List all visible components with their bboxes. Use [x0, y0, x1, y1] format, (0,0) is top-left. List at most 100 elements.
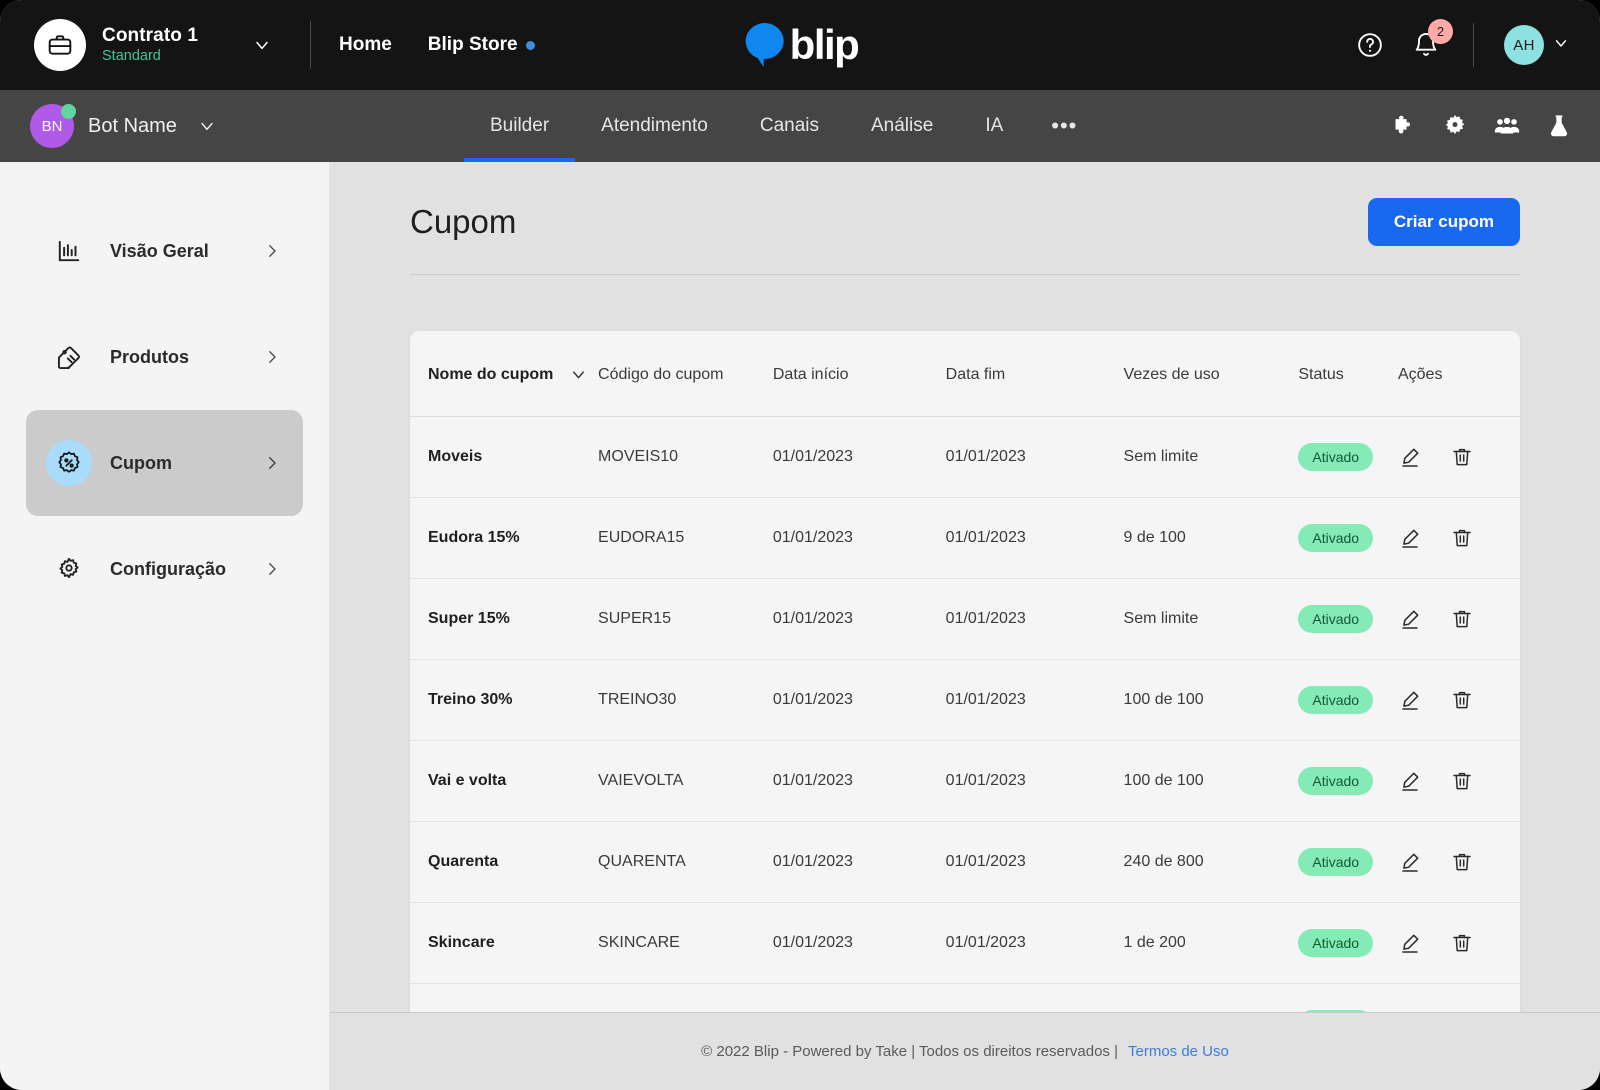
edit-icon[interactable] — [1398, 445, 1422, 469]
cell-nome: Moveis — [410, 417, 598, 498]
trash-icon[interactable] — [1450, 526, 1474, 550]
cell-data-inicio: 01/01/2023 — [773, 660, 946, 741]
more-tabs-button[interactable]: ••• — [1029, 113, 1099, 139]
table-row[interactable]: SkincareSKINCARE01/01/202301/01/20231 de… — [410, 903, 1520, 984]
edit-icon[interactable] — [1398, 607, 1422, 631]
row-actions — [1398, 526, 1520, 550]
sidebar-item-visao-geral[interactable]: Visão Geral — [26, 198, 303, 304]
column-header-nome-label: Nome do cupom — [428, 366, 553, 384]
notification-badge: 2 — [1428, 19, 1453, 44]
edit-icon[interactable] — [1398, 688, 1422, 712]
trash-icon[interactable] — [1450, 850, 1474, 874]
bot-name-label: Bot Name — [88, 115, 177, 138]
body-area: Visão Geral Produtos — [0, 162, 1600, 1090]
flask-icon[interactable] — [1544, 111, 1574, 141]
chevron-down-icon[interactable] — [252, 35, 272, 55]
cell-vezes-de-uso: 240 de 800 — [1124, 822, 1299, 903]
cell-vezes-de-uso: Sem limite — [1124, 579, 1299, 660]
cell-nome: Quarenta — [410, 822, 598, 903]
main-scroll-area: Cupom Criar cupom Nome do cupom — [330, 162, 1600, 1012]
tab-canais[interactable]: Canais — [734, 90, 845, 162]
sidebar-item-configuracao[interactable]: Configuração — [26, 516, 303, 622]
table-row[interactable]: Vai e voltaVAIEVOLTA01/01/202301/01/2023… — [410, 741, 1520, 822]
contract-selector[interactable]: Contrato 1 Standard — [34, 19, 272, 71]
column-header-nome[interactable]: Nome do cupom — [410, 331, 598, 417]
topbar-links: Home Blip Store — [339, 34, 535, 56]
chevron-right-icon — [263, 454, 281, 472]
edit-icon[interactable] — [1398, 769, 1422, 793]
edit-icon[interactable] — [1398, 931, 1422, 955]
table-head: Nome do cupom Código do cupom Data iníci… — [410, 331, 1520, 417]
question-circle-icon[interactable] — [1353, 28, 1387, 62]
tab-builder-label: Builder — [490, 115, 549, 137]
row-actions — [1398, 769, 1520, 793]
sidebar-item-label: Produtos — [110, 347, 189, 368]
edit-icon[interactable] — [1398, 526, 1422, 550]
topbar-link-home-label: Home — [339, 34, 392, 56]
trash-icon[interactable] — [1450, 688, 1474, 712]
trash-icon[interactable] — [1450, 607, 1474, 631]
top-bar: Contrato 1 Standard Home Blip Store blip — [0, 0, 1600, 90]
coupons-table-card: Nome do cupom Código do cupom Data iníci… — [410, 331, 1520, 1012]
table-row[interactable]: Eudora 15%EUDORA1501/01/202301/01/20239 … — [410, 498, 1520, 579]
cell-acoes — [1398, 984, 1520, 1013]
trash-icon[interactable] — [1450, 931, 1474, 955]
cell-data-fim: 01/01/2023 — [946, 660, 1124, 741]
sidebar-item-produtos[interactable]: Produtos — [26, 304, 303, 410]
cell-data-inicio: 01/01/2023 — [773, 498, 946, 579]
status-badge: Ativado — [1298, 605, 1373, 633]
puzzle-icon[interactable] — [1388, 111, 1418, 141]
cell-status: Ativado — [1298, 498, 1398, 579]
table-row[interactable]: MoveisMOVEIS1001/01/202301/01/2023Sem li… — [410, 417, 1520, 498]
people-icon[interactable] — [1492, 111, 1522, 141]
sidebar-item-cupom[interactable]: Cupom — [26, 410, 303, 516]
briefcase-icon — [34, 19, 86, 71]
create-coupon-button[interactable]: Criar cupom — [1368, 198, 1520, 246]
cell-data-inicio: 01/01/2023 — [773, 579, 946, 660]
row-actions — [1398, 445, 1520, 469]
trash-icon[interactable] — [1450, 769, 1474, 793]
chevron-down-icon[interactable] — [197, 116, 217, 136]
tab-canais-label: Canais — [760, 115, 819, 137]
tab-atendimento[interactable]: Atendimento — [575, 90, 734, 162]
cell-nome: Super 15% — [410, 579, 598, 660]
nav-tabs: Builder Atendimento Canais Análise IA ••… — [464, 90, 1099, 162]
table-row[interactable]: Super 15%SUPER1501/01/202301/01/2023Sem … — [410, 579, 1520, 660]
cell-data-inicio: 01/01/2023 — [773, 741, 946, 822]
blip-logo: blip — [742, 20, 859, 70]
table-row[interactable]: QuarentaQUARENTA01/01/202301/01/2023240 … — [410, 822, 1520, 903]
page-header: Cupom Criar cupom — [410, 162, 1520, 275]
coupons-table: Nome do cupom Código do cupom Data iníci… — [410, 331, 1520, 1012]
cell-data-fim: 01/01/2023 — [946, 417, 1124, 498]
table-row[interactable]: TrioTRIO01/01/202301/01/2023Sem limiteAt… — [410, 984, 1520, 1013]
cell-acoes — [1398, 417, 1520, 498]
topbar-link-blip-store[interactable]: Blip Store — [428, 34, 535, 56]
topbar-link-home[interactable]: Home — [339, 34, 392, 56]
cell-status: Ativado — [1298, 984, 1398, 1013]
table-row[interactable]: Treino 30%TREINO3001/01/202301/01/202310… — [410, 660, 1520, 741]
tab-ia[interactable]: IA — [959, 90, 1029, 162]
bot-selector[interactable]: BN Bot Name — [30, 104, 217, 148]
cell-data-fim: 01/01/2023 — [946, 579, 1124, 660]
main-content: Cupom Criar cupom Nome do cupom — [330, 162, 1600, 1090]
trash-icon[interactable] — [1450, 445, 1474, 469]
row-actions — [1398, 931, 1520, 955]
column-header-data-fim: Data fim — [946, 331, 1124, 417]
contract-plan: Standard — [102, 48, 198, 65]
cell-nome: Treino 30% — [410, 660, 598, 741]
status-badge: Ativado — [1298, 443, 1373, 471]
bar-chart-icon — [46, 228, 92, 274]
user-menu[interactable]: AH — [1504, 25, 1570, 65]
status-badge: Ativado — [1298, 929, 1373, 957]
edit-icon[interactable] — [1398, 850, 1422, 874]
brand-name: blip — [790, 21, 859, 69]
gear-icon[interactable] — [1440, 111, 1470, 141]
cell-data-inicio: 01/01/2023 — [773, 417, 946, 498]
terms-link[interactable]: Termos de Uso — [1128, 1043, 1229, 1060]
bell-icon[interactable]: 2 — [1409, 28, 1443, 62]
cell-status: Ativado — [1298, 417, 1398, 498]
tab-analise[interactable]: Análise — [845, 90, 959, 162]
chevron-down-icon[interactable] — [569, 365, 588, 384]
sidebar-item-label: Visão Geral — [110, 241, 209, 262]
tab-builder[interactable]: Builder — [464, 90, 575, 162]
